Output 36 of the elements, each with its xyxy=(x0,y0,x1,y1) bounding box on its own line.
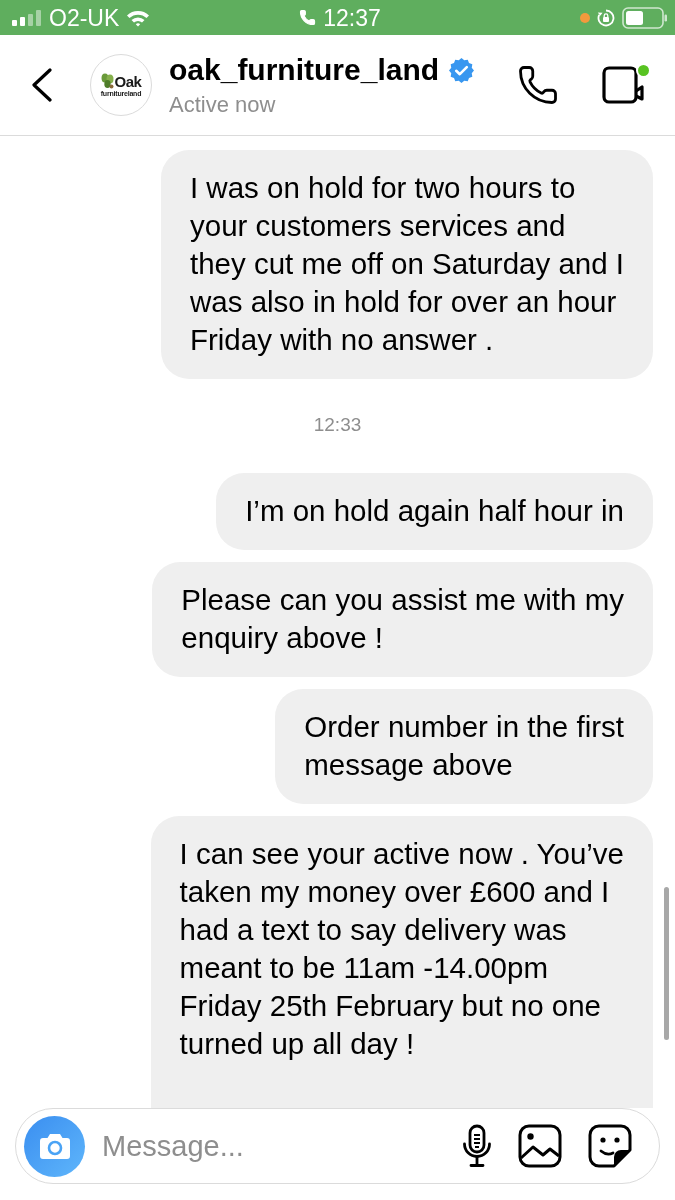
account-name: oak_furniture_land xyxy=(169,53,440,87)
indicator-dot-icon xyxy=(580,12,590,23)
camera-button[interactable] xyxy=(24,1115,85,1177)
message-input[interactable]: Message... xyxy=(102,1126,462,1166)
video-camera-icon xyxy=(601,65,647,105)
message-bubble: Order number in the first message above xyxy=(275,689,653,804)
phone-icon xyxy=(517,64,559,106)
camera-icon xyxy=(38,1132,71,1160)
wifi-icon xyxy=(126,8,151,27)
active-status: Active now xyxy=(169,93,276,117)
voice-call-button[interactable] xyxy=(517,64,559,106)
sticker-button[interactable] xyxy=(588,1124,632,1168)
signal-icon xyxy=(12,9,42,26)
scrollbar[interactable] xyxy=(664,887,669,1040)
sticker-icon xyxy=(588,1124,632,1168)
message-bubble: I’m on hold again half hour in xyxy=(216,473,653,550)
message-bubble: I can see your active now . You’ve taken my money over £600 and I had a text to say delivery was meant to be 11am -14.00pm Friday 25th February but no one turned up all day ! xyxy=(150,816,653,1108)
gallery-button[interactable] xyxy=(518,1124,562,1168)
rotation-lock-icon xyxy=(597,8,615,27)
voice-message-button[interactable] xyxy=(462,1124,492,1168)
message-bubble: Please can you assist me with my enquiry above ! xyxy=(152,562,653,677)
back-button[interactable] xyxy=(30,68,54,102)
microphone-icon xyxy=(462,1124,492,1168)
message-field[interactable]: Message... xyxy=(15,1108,660,1184)
battery-icon xyxy=(622,6,668,29)
message-timestamp: 12:33 xyxy=(313,415,362,435)
call-icon xyxy=(299,9,317,26)
status-time: 12:37 xyxy=(323,4,381,31)
logo-wordmark: Oak xyxy=(114,73,142,89)
status-dot-icon xyxy=(636,63,651,78)
video-call-button[interactable] xyxy=(601,65,647,105)
leaf-icon xyxy=(100,72,114,89)
message-bubble: I was on hold for two hours to your customers services and they cut me off on Saturday and I was also in hold for over an hour Friday with no answer . xyxy=(160,150,653,379)
carrier-name: O2-UK xyxy=(49,4,120,31)
image-icon xyxy=(518,1124,562,1168)
back-icon xyxy=(30,68,54,102)
